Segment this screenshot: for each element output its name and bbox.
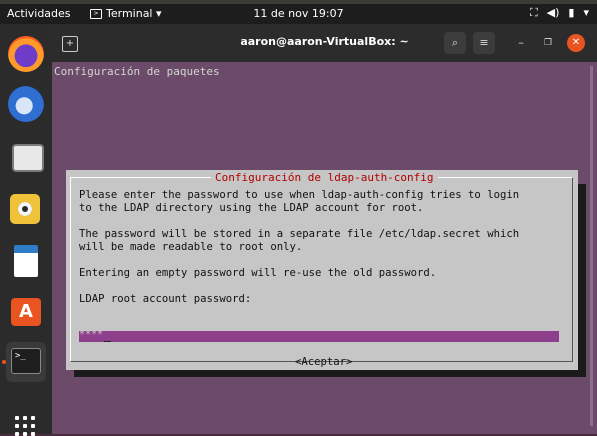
system-tray[interactable]: ⛶ ◀) ▮ ▾ bbox=[530, 6, 589, 20]
close-icon[interactable]: ✕ bbox=[567, 34, 585, 52]
volume-icon[interactable]: ◀) bbox=[547, 6, 560, 20]
terminal-icon[interactable]: >_ bbox=[6, 342, 46, 382]
terminal-window[interactable]: + aaron@aaron-VirtualBox: ~ ⌕ ≡ – ❐ ✕ Co… bbox=[52, 24, 597, 434]
battery-icon[interactable]: ▮ bbox=[568, 6, 574, 20]
scrollbar[interactable] bbox=[590, 66, 593, 426]
dialog-line-5: Entering an empty password will re-use t… bbox=[79, 267, 437, 279]
firefox-icon[interactable] bbox=[8, 36, 44, 72]
ubuntu-software-icon[interactable]: A bbox=[6, 292, 46, 332]
files-icon[interactable] bbox=[6, 138, 46, 178]
running-indicator bbox=[2, 360, 6, 364]
password-input[interactable]: **** bbox=[79, 329, 559, 342]
accept-button[interactable]: <Aceptar> bbox=[295, 356, 352, 368]
terminal-content[interactable]: Configuración de paquetes Configuración … bbox=[52, 62, 597, 434]
maximize-icon[interactable]: ❐ bbox=[537, 32, 559, 54]
password-value: **** bbox=[79, 329, 104, 340]
clock[interactable]: 11 de nov 19:07 bbox=[0, 7, 597, 20]
libreoffice-writer-icon[interactable] bbox=[6, 242, 46, 282]
dialog-line-2: to the LDAP directory using the LDAP acc… bbox=[79, 202, 424, 214]
show-applications-icon[interactable] bbox=[15, 416, 37, 436]
thunderbird-icon[interactable] bbox=[8, 86, 44, 122]
debconf-dialog: Configuración de ldap-auth-config Please… bbox=[66, 170, 578, 370]
network-icon[interactable]: ⛶ bbox=[530, 6, 538, 20]
dialog-line-3: The password will be stored in a separat… bbox=[79, 228, 520, 240]
power-menu-icon[interactable]: ▾ bbox=[583, 6, 589, 20]
hamburger-menu-icon[interactable]: ≡ bbox=[473, 32, 495, 54]
dialog-title: Configuración de ldap-auth-config bbox=[211, 171, 438, 184]
password-label: LDAP root account password: bbox=[79, 293, 252, 305]
terminal-headerbar: + aaron@aaron-VirtualBox: ~ ⌕ ≡ – ❐ ✕ bbox=[52, 24, 597, 62]
package-config-header: Configuración de paquetes bbox=[54, 65, 220, 78]
minimize-icon[interactable]: – bbox=[510, 32, 532, 54]
gnome-top-bar: Actividades > Terminal ▾ 11 de nov 19:07… bbox=[0, 4, 597, 24]
dialog-line-1: Please enter the password to use when ld… bbox=[79, 189, 520, 201]
text-cursor bbox=[104, 341, 111, 342]
dialog-line-4: will be made readable to root only. bbox=[79, 241, 303, 253]
search-icon[interactable]: ⌕ bbox=[444, 32, 466, 54]
dock: A >_ bbox=[0, 24, 52, 436]
rhythmbox-icon[interactable] bbox=[6, 190, 46, 230]
terminal-glyph: >_ bbox=[11, 348, 41, 374]
